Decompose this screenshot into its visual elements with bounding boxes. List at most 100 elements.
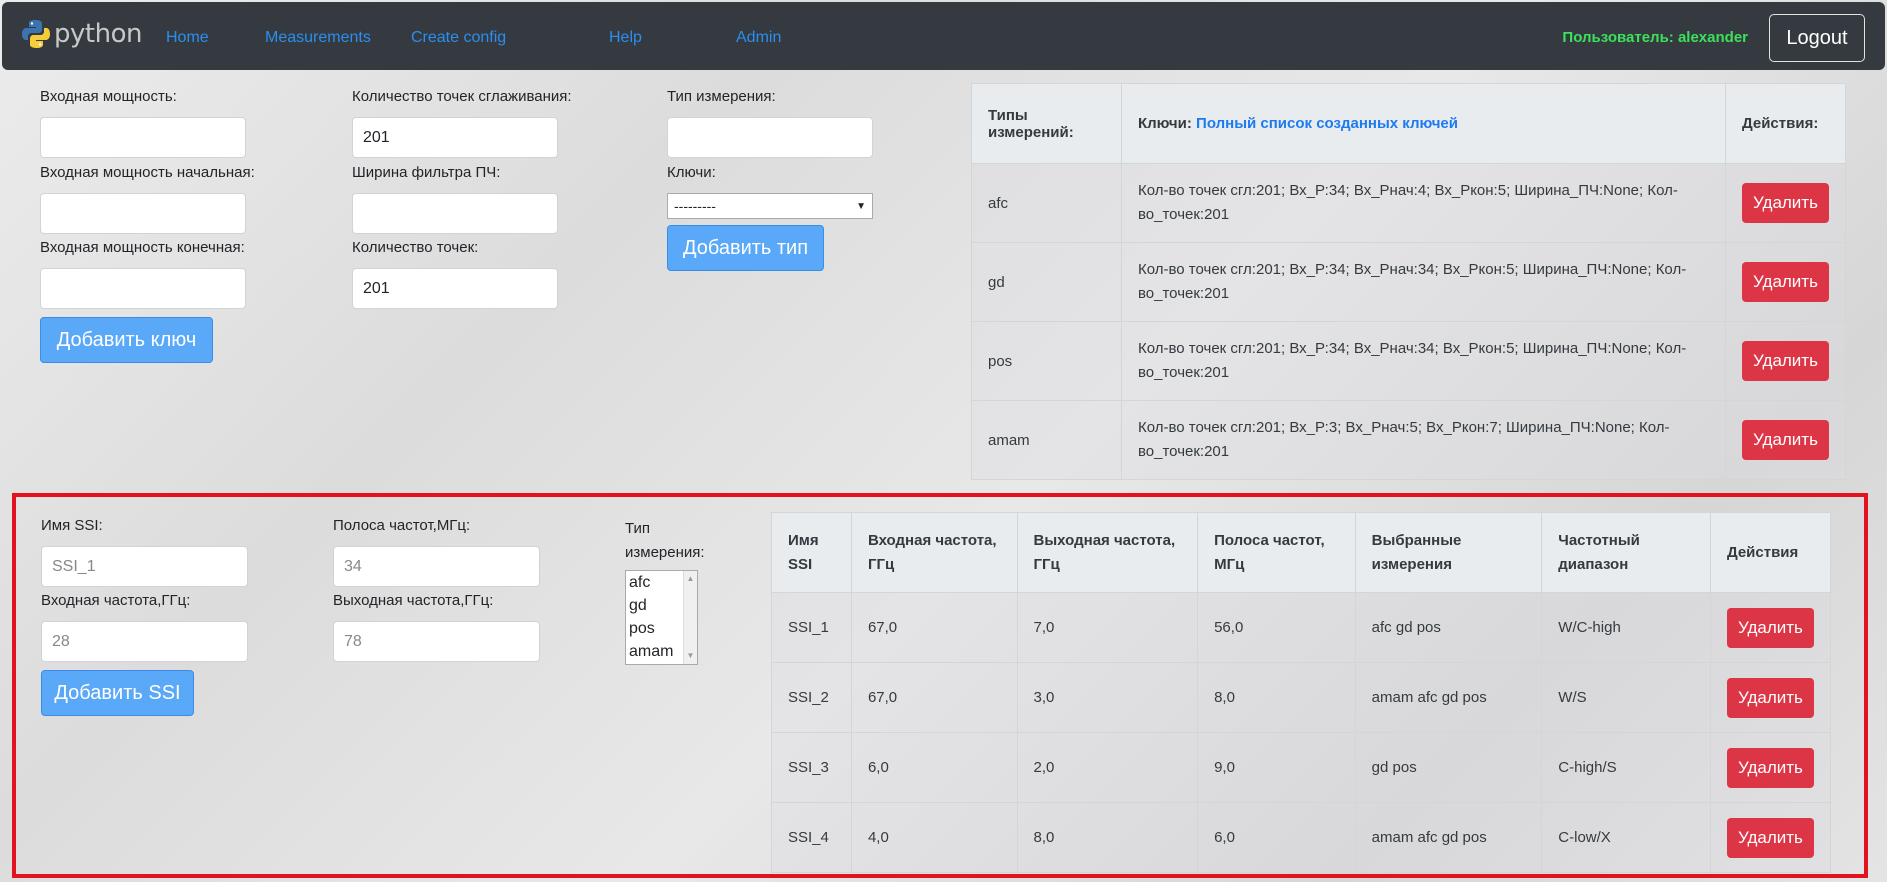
ssi-name-label: Имя SSI: bbox=[41, 517, 103, 534]
scroll-down-icon[interactable]: ▼ bbox=[684, 648, 697, 664]
ssi-table-row: SSI_3 6,0 2,0 9,0 gd pos C-high/S Удалить bbox=[771, 732, 1832, 803]
input-power-start-field[interactable] bbox=[40, 193, 246, 234]
nav-home[interactable]: Home bbox=[166, 29, 209, 47]
smoothing-points-field[interactable]: 201 bbox=[352, 117, 558, 158]
ssi-measurements-cell: amam afc gd pos bbox=[1354, 802, 1543, 873]
types-table-row: pos Кол-во точек сгл:201; Вх_Р:34; Вх_Рна… bbox=[971, 321, 1846, 401]
if-filter-width-field[interactable] bbox=[352, 193, 558, 234]
all-keys-link[interactable]: Полный список созданных ключей bbox=[1196, 115, 1458, 132]
ssi-output-freq-label: Выходная частота,ГГц: bbox=[333, 592, 494, 609]
ssi-actions-cell: Удалить bbox=[1709, 662, 1832, 733]
ssi-type-label: Тип измерения: bbox=[625, 520, 705, 561]
ssi-output-freq-cell: 3,0 bbox=[1016, 662, 1199, 733]
nav-admin[interactable]: Admin bbox=[736, 29, 781, 47]
type-actions-cell: Удалить bbox=[1725, 242, 1846, 322]
type-name-cell: gd bbox=[971, 242, 1122, 322]
ssi-name-cell: SSI_2 bbox=[771, 662, 852, 733]
nav-create-config[interactable]: Create config bbox=[411, 29, 506, 47]
keys-select[interactable]: --------- ▼ bbox=[667, 193, 873, 219]
ssi-measurements-cell: gd pos bbox=[1354, 732, 1543, 803]
ssi-table-row: SSI_1 67,0 7,0 56,0 afc gd pos W/C-high Удалит… bbox=[771, 592, 1832, 663]
ssi-table-row: SSI_4 4,0 8,0 6,0 amam afc gd pos C-low/X Удал… bbox=[771, 802, 1832, 873]
ssi-band-cell: 8,0 bbox=[1197, 662, 1356, 733]
type-actions-cell: Удалить bbox=[1725, 163, 1846, 243]
ssi-input-freq-label: Входная частота,ГГц: bbox=[41, 592, 191, 609]
measurement-type-label: Тип измерения: bbox=[667, 88, 776, 105]
ssi-output-freq-field[interactable]: 78 bbox=[333, 621, 540, 662]
types-header-actions: Действия: bbox=[1725, 83, 1846, 164]
add-ssi-button[interactable]: Добавить SSI bbox=[41, 670, 194, 716]
type-keys-cell: Кол-во точек сгл:201; Вх_Р:34; Вх_Рнач:3… bbox=[1121, 242, 1726, 322]
scroll-up-icon[interactable]: ▲ bbox=[684, 571, 697, 587]
ssi-actions-cell: Удалить bbox=[1709, 732, 1832, 803]
ssi-name-field[interactable]: SSI_1 bbox=[41, 546, 248, 587]
ssi-header-cell: Входная частота, ГГц bbox=[850, 512, 1018, 593]
ssi-band-cell: 56,0 bbox=[1197, 592, 1356, 663]
ssi-band-cell: 6,0 bbox=[1197, 802, 1356, 873]
delete-type-button[interactable]: Удалить bbox=[1742, 420, 1829, 460]
measurement-types-table: Типы измерений: Ключи: Полный список соз… bbox=[971, 83, 1846, 480]
ssi-input-freq-field[interactable]: 28 bbox=[41, 621, 248, 662]
type-keys-cell: Кол-во точек сгл:201; Вх_Р:34; Вх_Рнач:3… bbox=[1121, 321, 1726, 401]
ssi-type-listbox[interactable]: afc gd pos amam ▲ ▼ bbox=[625, 570, 698, 665]
smoothing-points-label: Количество точек сглаживания: bbox=[352, 88, 572, 105]
ssi-freq-range-cell: C-low/X bbox=[1541, 802, 1711, 873]
input-power-field[interactable] bbox=[40, 117, 246, 158]
delete-ssi-button[interactable]: Удалить bbox=[1726, 677, 1814, 718]
ssi-actions-cell: Удалить bbox=[1709, 802, 1832, 873]
keys-select-value: --------- bbox=[674, 198, 716, 214]
delete-ssi-button[interactable]: Удалить bbox=[1726, 747, 1814, 788]
dropdown-arrow-icon: ▼ bbox=[856, 200, 866, 212]
ssi-freq-range-cell: C-high/S bbox=[1541, 732, 1711, 803]
logout-button[interactable]: Logout bbox=[1769, 14, 1865, 62]
ssi-name-cell: SSI_3 bbox=[771, 732, 852, 803]
delete-type-button[interactable]: Удалить bbox=[1742, 341, 1829, 381]
type-keys-cell: Кол-во точек сгл:201; Вх_Р:34; Вх_Рнач:4… bbox=[1121, 163, 1726, 243]
listbox-scrollbar[interactable]: ▲ ▼ bbox=[683, 571, 697, 664]
ssi-output-freq-cell: 7,0 bbox=[1016, 592, 1199, 663]
ssi-name-cell: SSI_1 bbox=[771, 592, 852, 663]
delete-ssi-button[interactable]: Удалить bbox=[1726, 607, 1814, 648]
types-table-row: afc Кол-во точек сгл:201; Вх_Р:34; Вх_Рна… bbox=[971, 163, 1846, 243]
ssi-measurements-cell: amam afc gd pos bbox=[1354, 662, 1543, 733]
ssi-header-cell: Выбранные измерения bbox=[1354, 512, 1543, 593]
delete-ssi-button[interactable]: Удалить bbox=[1726, 817, 1814, 858]
measurement-type-field[interactable] bbox=[667, 117, 873, 158]
add-type-button[interactable]: Добавить тип bbox=[667, 225, 824, 271]
input-power-end-label: Входная мощность конечная: bbox=[40, 239, 245, 256]
ssi-table-row: SSI_2 67,0 3,0 8,0 amam afc gd pos W/S Удалить bbox=[771, 662, 1832, 733]
types-header-type: Типы измерений: bbox=[971, 83, 1122, 164]
if-filter-width-label: Ширина фильтра ПЧ: bbox=[352, 164, 501, 181]
input-power-start-label: Входная мощность начальная: bbox=[40, 164, 255, 181]
keys-label: Ключи: bbox=[667, 164, 716, 181]
types-table-row: gd Кол-во точек сгл:201; Вх_Р:34; Вх_Рнач… bbox=[971, 242, 1846, 322]
ssi-output-freq-cell: 2,0 bbox=[1016, 732, 1199, 803]
ssi-band-cell: 9,0 bbox=[1197, 732, 1356, 803]
points-count-label: Количество точек: bbox=[352, 239, 479, 256]
type-keys-cell: Кол-во точек сгл:201; Вх_Р:3; Вх_Рнач:5;… bbox=[1121, 400, 1726, 480]
navbar: python Home Measurements Create config H… bbox=[2, 2, 1885, 70]
ssi-measurements-cell: afc gd pos bbox=[1354, 592, 1543, 663]
ssi-table: Имя SSI Входная частота, ГГц Выходная част… bbox=[771, 512, 1832, 873]
ssi-header-cell: Полоса частот, МГц bbox=[1197, 512, 1356, 593]
ssi-input-freq-cell: 67,0 bbox=[850, 662, 1018, 733]
ssi-input-freq-cell: 67,0 bbox=[850, 592, 1018, 663]
input-power-end-field[interactable] bbox=[40, 268, 246, 309]
input-power-label: Входная мощность: bbox=[40, 88, 177, 105]
python-logo[interactable]: python bbox=[22, 16, 142, 52]
ssi-band-field[interactable]: 34 bbox=[333, 546, 540, 587]
brand-text: python bbox=[54, 19, 142, 49]
ssi-band-label: Полоса частот,МГц: bbox=[333, 517, 471, 534]
nav-help[interactable]: Help bbox=[609, 29, 642, 47]
delete-type-button[interactable]: Удалить bbox=[1742, 183, 1829, 223]
python-logo-icon bbox=[22, 20, 50, 48]
current-user: Пользователь: alexander bbox=[1562, 29, 1748, 46]
points-count-field[interactable]: 201 bbox=[352, 268, 558, 309]
ssi-header-cell: Частотный диапазон bbox=[1541, 512, 1711, 593]
add-key-button[interactable]: Добавить ключ bbox=[40, 317, 213, 363]
nav-measurements[interactable]: Measurements bbox=[265, 29, 371, 47]
ssi-freq-range-cell: W/C-high bbox=[1541, 592, 1711, 663]
delete-type-button[interactable]: Удалить bbox=[1742, 262, 1829, 302]
types-table-row: amam Кол-во точек сгл:201; Вх_Р:3; Вх_Рна… bbox=[971, 400, 1846, 480]
ssi-output-freq-cell: 8,0 bbox=[1016, 802, 1199, 873]
